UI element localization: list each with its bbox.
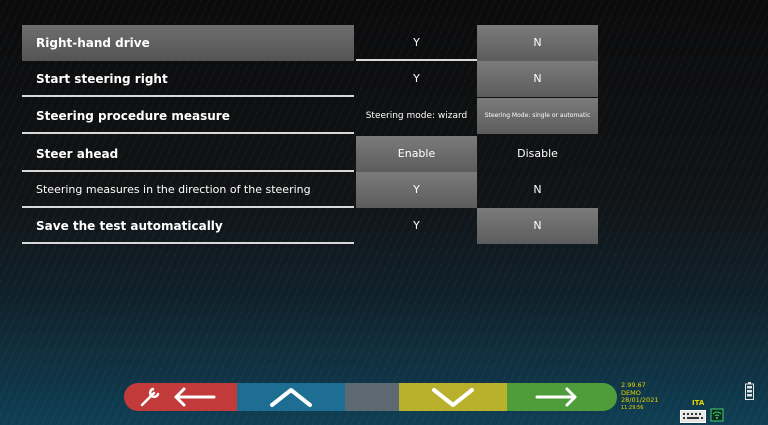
status-date: 28/01/2021 <box>621 396 659 404</box>
setting-label[interactable]: Right-hand drive <box>22 25 354 61</box>
battery-icon <box>745 382 754 400</box>
setting-label[interactable]: Steering measures in the direction of th… <box>22 172 354 208</box>
option-single-automatic[interactable]: Steering Mode: single or automatic <box>477 98 598 134</box>
setting-row-save-test: Save the test automatically Y N <box>22 208 602 244</box>
row-divider <box>22 95 354 97</box>
option-yes[interactable]: Y <box>356 25 477 61</box>
scroll-down-button[interactable] <box>399 383 507 411</box>
setting-row-steer-ahead: Steer ahead Enable Disable <box>22 136 602 172</box>
settings-screen: Right-hand drive Y N Start steering righ… <box>0 0 768 425</box>
setting-label[interactable]: Steering procedure measure <box>22 98 354 134</box>
setting-row-steering-direction: Steering measures in the direction of th… <box>22 172 602 208</box>
status-info: 2.99.67 DEMO 28/01/2021 11:29:56 <box>621 381 659 412</box>
option-no[interactable]: N <box>477 25 598 61</box>
option-wizard[interactable]: Steering mode: wizard <box>356 98 477 134</box>
scroll-up-button[interactable] <box>237 383 345 411</box>
status-time: 11:29:56 <box>621 404 644 411</box>
row-divider <box>22 242 354 244</box>
setting-row-start-steering-right: Start steering right Y N <box>22 61 602 97</box>
language-indicator: ITA <box>692 399 705 407</box>
option-no[interactable]: N <box>477 208 598 244</box>
option-yes[interactable]: Y <box>356 61 477 97</box>
keyboard-icon[interactable] <box>680 410 706 423</box>
setting-label[interactable]: Save the test automatically <box>22 208 354 244</box>
option-no[interactable]: N <box>477 61 598 97</box>
setting-row-right-hand-drive: Right-hand drive Y N <box>22 25 602 61</box>
row-divider <box>22 132 354 134</box>
setting-label[interactable]: Steer ahead <box>22 136 354 172</box>
setting-label[interactable]: Start steering right <box>22 61 354 97</box>
option-yes[interactable]: Y <box>356 208 477 244</box>
back-button[interactable] <box>124 383 237 411</box>
option-disable[interactable]: Disable <box>477 136 598 172</box>
option-no[interactable]: N <box>477 172 598 208</box>
option-enable[interactable]: Enable <box>356 136 477 172</box>
next-button[interactable] <box>507 383 617 411</box>
setting-row-steering-procedure: Steering procedure measure Steering mode… <box>22 98 602 134</box>
option-yes[interactable]: Y <box>356 172 477 208</box>
toolbar-blank-button[interactable] <box>345 383 399 411</box>
network-icon <box>710 408 724 422</box>
